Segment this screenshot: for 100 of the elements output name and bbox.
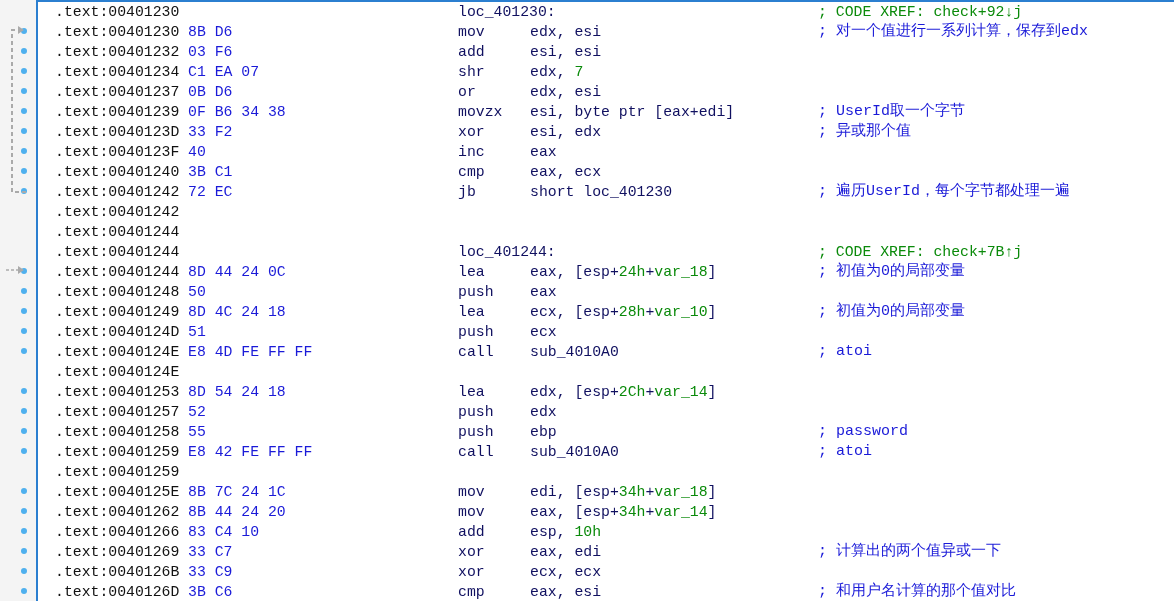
opcode-bytes: 3B C1: [188, 163, 234, 182]
code-comment: ; 遍历UserId，每个字节都处理一遍: [818, 182, 1071, 202]
address: .text:00401258: [55, 423, 181, 442]
mnemonic: call: [458, 343, 495, 362]
mnemonic: or: [458, 83, 477, 102]
mnemonic: shr: [458, 63, 486, 82]
address: .text:0040123D: [55, 123, 181, 142]
address: .text:00401259: [55, 443, 181, 462]
address: .text:00401242: [55, 183, 181, 202]
breakpoint-dot-icon[interactable]: [21, 168, 27, 174]
address: .text:0040126D: [55, 583, 181, 601]
address: .text:00401244: [55, 223, 181, 242]
mnemonic: inc: [458, 143, 486, 162]
address: .text:00401249: [55, 303, 181, 322]
operand: esi, edx: [530, 123, 603, 142]
operand: eax, esi: [530, 583, 603, 601]
breakpoint-dot-icon[interactable]: [21, 568, 27, 574]
opcode-bytes: 83 C4 10: [188, 523, 261, 542]
breakpoint-dot-icon[interactable]: [21, 288, 27, 294]
address: .text:00401248: [55, 283, 181, 302]
breakpoint-dot-icon[interactable]: [21, 548, 27, 554]
code-comment: ; 计算出的两个值异或一下: [818, 542, 1002, 562]
opcode-bytes: 8D 4C 24 18: [188, 303, 287, 322]
address: .text:0040125E: [55, 483, 181, 502]
mnemonic: add: [458, 523, 486, 542]
breakpoint-dot-icon[interactable]: [21, 388, 27, 394]
operand: edi, [esp+34h+var_18]: [530, 483, 718, 502]
breakpoint-dot-icon[interactable]: [21, 448, 27, 454]
operand: edx, esi: [530, 23, 603, 42]
address: .text:00401253: [55, 383, 181, 402]
address: .text:00401244: [55, 263, 181, 282]
code-comment: ; CODE XREF: check+7B↑j: [818, 243, 1024, 262]
code-comment: ; 初值为0的局部变量: [818, 302, 966, 322]
operand: edx, esi: [530, 83, 603, 102]
address: .text:0040124E: [55, 363, 181, 382]
address: .text:0040124E: [55, 343, 181, 362]
breakpoint-dot-icon[interactable]: [21, 128, 27, 134]
operand: eax: [530, 283, 558, 302]
opcode-bytes: 72 EC: [188, 183, 234, 202]
breakpoint-dot-icon[interactable]: [21, 588, 27, 594]
operand: esi, byte ptr [eax+edi]: [530, 103, 736, 122]
breakpoint-dot-icon[interactable]: [21, 528, 27, 534]
opcode-bytes: E8 42 FE FF FF: [188, 443, 314, 462]
breakpoint-dot-icon[interactable]: [21, 328, 27, 334]
breakpoint-dot-icon[interactable]: [21, 108, 27, 114]
address: .text:00401259: [55, 463, 181, 482]
operand: ecx, ecx: [530, 563, 603, 582]
address: .text:0040124D: [55, 323, 181, 342]
breakpoint-dot-icon[interactable]: [21, 508, 27, 514]
opcode-bytes: 51: [188, 323, 207, 342]
code-comment: ; 对一个值进行一系列计算，保存到edx: [818, 22, 1089, 42]
address: .text:00401230: [55, 23, 181, 42]
breakpoint-dot-icon[interactable]: [21, 428, 27, 434]
opcode-bytes: 8B D6: [188, 23, 234, 42]
mnemonic: lea: [458, 383, 486, 402]
operand: edx, [esp+2Ch+var_14]: [530, 383, 718, 402]
opcode-bytes: C1 EA 07: [188, 63, 261, 82]
mnemonic: add: [458, 43, 486, 62]
mnemonic: jb: [458, 183, 477, 202]
opcode-bytes: E8 4D FE FF FF: [188, 343, 314, 362]
mnemonic: xor: [458, 123, 486, 142]
code-comment: ; password: [818, 422, 909, 442]
operand: eax: [530, 143, 558, 162]
mnemonic: lea: [458, 303, 486, 322]
address: .text:00401266: [55, 523, 181, 542]
opcode-bytes: 40: [188, 143, 207, 162]
mnemonic: mov: [458, 23, 486, 42]
breakpoint-dot-icon[interactable]: [21, 488, 27, 494]
operand: edx: [530, 403, 558, 422]
code-comment: ; UserId取一个字节: [818, 102, 966, 122]
code-comment: ; CODE XREF: check+92↓j: [818, 3, 1024, 22]
breakpoint-dot-icon[interactable]: [21, 148, 27, 154]
breakpoint-dot-icon[interactable]: [21, 348, 27, 354]
breakpoint-dot-icon[interactable]: [21, 68, 27, 74]
breakpoint-dot-icon[interactable]: [21, 408, 27, 414]
code-label: loc_401244:: [458, 243, 557, 262]
mnemonic: cmp: [458, 163, 486, 182]
breakpoint-dot-icon[interactable]: [21, 308, 27, 314]
operand: eax, [esp+24h+var_18]: [530, 263, 718, 282]
mnemonic: cmp: [458, 583, 486, 601]
breakpoint-dot-icon[interactable]: [21, 88, 27, 94]
address: .text:0040126B: [55, 563, 181, 582]
mnemonic: mov: [458, 503, 486, 522]
address: .text:00401240: [55, 163, 181, 182]
code-comment: ; 和用户名计算的那个值对比: [818, 582, 1017, 601]
breakpoint-dot-icon[interactable]: [21, 188, 27, 194]
mnemonic: push: [458, 403, 495, 422]
operand: ecx, [esp+28h+var_10]: [530, 303, 718, 322]
breakpoint-dot-icon[interactable]: [21, 48, 27, 54]
address: .text:00401262: [55, 503, 181, 522]
operand: edx, 7: [530, 63, 585, 82]
address: .text:00401239: [55, 103, 181, 122]
opcode-bytes: 8B 44 24 20: [188, 503, 287, 522]
operand: esi, esi: [530, 43, 603, 62]
code-comment: ; 异或那个值: [818, 122, 912, 142]
code-label: loc_401230:: [458, 3, 557, 22]
address: .text:0040123F: [55, 143, 181, 162]
opcode-bytes: 8D 54 24 18: [188, 383, 287, 402]
opcode-bytes: 52: [188, 403, 207, 422]
operand: sub_4010A0: [530, 443, 620, 462]
